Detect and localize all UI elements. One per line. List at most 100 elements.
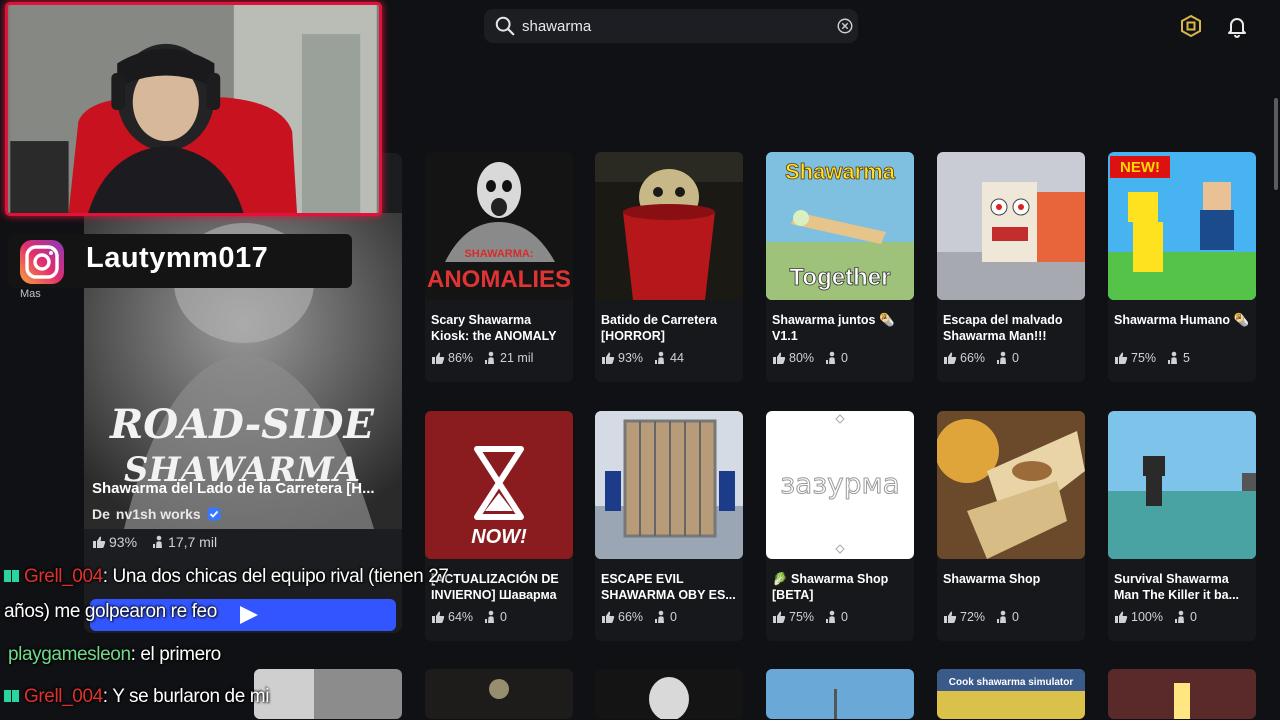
players-icon: [1168, 351, 1178, 364]
game-tile[interactable]: NEW! Shawarma Humano 🌯 75% 5: [1108, 152, 1256, 382]
game-title[interactable]: ESCAPE EVIL SHAWARMA OBY ES...: [601, 571, 739, 603]
thumbs-up-icon: [773, 611, 786, 623]
thumb-overlay-text: NOW!: [471, 526, 527, 548]
game-thumbnail[interactable]: [595, 152, 743, 300]
game-title[interactable]: Shawarma Shop: [943, 571, 1081, 587]
chat-badge-icon: [4, 570, 19, 582]
rating-value: 100%: [1131, 610, 1163, 624]
game-thumbnail[interactable]: Shawarma Together: [766, 152, 914, 300]
thumbs-up-icon: [602, 611, 615, 623]
search-bar[interactable]: [484, 9, 858, 43]
thumbs-up-icon: [944, 352, 957, 364]
game-stats: 86% 21 mil: [431, 351, 533, 365]
game-title[interactable]: [ACTUALIZACIÓN DE INVIERNO] Шаварма ...: [431, 571, 569, 603]
sidebar-more-label[interactable]: Mas: [20, 288, 41, 300]
game-thumbnail[interactable]: [1108, 411, 1256, 559]
game-tile[interactable]: SHAWARMA: ANOMALIES Scary Shawarma Kiosk…: [425, 152, 573, 382]
rating-value: 75%: [1131, 351, 1157, 365]
chat-badge-icon: [4, 690, 19, 702]
chat-username: Grell_004: [24, 566, 103, 587]
game-tile[interactable]: Escapa del malvado Shawarma Man!!! 66% 0: [937, 152, 1085, 382]
svg-text:SHAWARMA:: SHAWARMA:: [464, 248, 533, 260]
chat-text: años) me golpearon re feo: [4, 601, 217, 622]
players-icon: [826, 351, 836, 364]
thumb-overlay-text: Cook shawarma simulator: [949, 677, 1074, 688]
game-tile[interactable]: ESCAPE EVIL SHAWARMA OBY ES... 66% 0: [595, 411, 743, 641]
players-icon: [997, 351, 1007, 364]
game-stats: 75% 0: [772, 610, 848, 624]
featured-game-card[interactable]: ROAD-SIDE SHAWARMA Shawarma del Lado de …: [84, 153, 402, 633]
game-tile[interactable]: NOW! [ACTUALIZACIÓN DE INVIERNO] Шаварма…: [425, 411, 573, 641]
scrollbar-thumb[interactable]: [1274, 98, 1278, 190]
chat-message: Grell_004: Y se burlaron de mi: [4, 686, 269, 708]
game-tile[interactable]: зазурма 🥬 Shawarma Shop [BETA] 75% 0: [766, 411, 914, 641]
game-stats: 93% 44: [601, 351, 684, 365]
chat-message: años) me golpearon re feo: [4, 601, 217, 623]
game-title[interactable]: Scary Shawarma Kiosk: the ANOMALY: [431, 312, 569, 344]
robux-icon[interactable]: [1179, 14, 1203, 38]
game-stats: 80% 0: [772, 351, 848, 365]
thumbs-up-icon: [432, 611, 445, 623]
players-value: 0: [500, 610, 507, 624]
game-stats: 66% 0: [601, 610, 677, 624]
thumbs-up-icon: [1115, 611, 1128, 623]
game-title[interactable]: Escapa del malvado Shawarma Man!!!: [943, 312, 1081, 344]
rating-value: 75%: [789, 610, 815, 624]
creator-name[interactable]: nv1sh works: [116, 506, 201, 522]
chat-message: playgamesleon: el primero: [8, 644, 221, 666]
players-value: 5: [1183, 351, 1190, 365]
game-thumbnail[interactable]: [766, 669, 914, 719]
thumbs-up-icon: [1115, 352, 1128, 364]
game-thumbnail[interactable]: [1108, 669, 1256, 719]
game-thumbnail[interactable]: Cook shawarma simulator: [937, 669, 1085, 719]
thumb-overlay-text: зазурма: [780, 467, 900, 500]
players-icon: [826, 610, 836, 623]
featured-creator-line[interactable]: De nv1sh works: [92, 506, 221, 522]
rating-value: 80%: [789, 351, 815, 365]
game-thumbnail[interactable]: [595, 411, 743, 559]
players-value: 0: [1012, 610, 1019, 624]
game-thumbnail[interactable]: NEW!: [1108, 152, 1256, 300]
rating-value: 66%: [960, 351, 986, 365]
players-value: 0: [670, 610, 677, 624]
players-icon: [1174, 610, 1184, 623]
game-tile[interactable]: Batido de Carretera [HORROR] 93% 44: [595, 152, 743, 382]
players-value: 17,7 mil: [168, 534, 218, 550]
rating-value: 86%: [448, 351, 474, 365]
game-thumbnail[interactable]: NOW!: [425, 411, 573, 559]
clear-search-icon[interactable]: [836, 17, 854, 35]
game-thumbnail[interactable]: [595, 669, 743, 719]
players-icon: [485, 351, 495, 364]
game-title[interactable]: Survival Shawarma Man The Killer it ba..…: [1114, 571, 1252, 603]
players-value: 0: [841, 610, 848, 624]
game-stats: 72% 0: [943, 610, 1019, 624]
players-value: 44: [670, 351, 684, 365]
game-title[interactable]: Shawarma juntos 🌯 V1.1: [772, 312, 910, 344]
game-thumbnail[interactable]: [254, 669, 402, 719]
thumbs-up-icon: [944, 611, 957, 623]
game-tile[interactable]: Shawarma Together Shawarma juntos 🌯 V1.1…: [766, 152, 914, 382]
game-thumbnail[interactable]: [937, 411, 1085, 559]
chat-text: : Y se burlaron de mi: [102, 686, 270, 707]
thumbs-up-icon: [602, 352, 615, 364]
players-value: 0: [1189, 610, 1197, 624]
game-stats: 64% 0: [431, 610, 507, 624]
search-input[interactable]: [522, 9, 822, 43]
game-stats: 75% 5: [1114, 351, 1190, 365]
game-thumbnail[interactable]: SHAWARMA: ANOMALIES: [425, 152, 573, 300]
search-icon: [495, 16, 515, 36]
notifications-bell-icon[interactable]: [1225, 14, 1249, 38]
game-tile[interactable]: Shawarma Shop 72% 0: [937, 411, 1085, 641]
players-value: 0: [841, 351, 848, 365]
game-thumbnail[interactable]: зазурма: [766, 411, 914, 559]
chat-message: Grell_004: Una dos chicas del equipo riv…: [4, 566, 449, 588]
game-title[interactable]: Batido de Carretera [HORROR]: [601, 312, 739, 344]
game-tile[interactable]: Survival Shawarma Man The Killer it ba..…: [1108, 411, 1256, 641]
chat-text: : Una dos chicas del equipo rival (tiene…: [102, 566, 449, 587]
game-thumbnail[interactable]: [425, 669, 573, 719]
featured-game-title[interactable]: Shawarma del Lado de la Carretera [H...: [92, 480, 398, 497]
game-thumbnail[interactable]: [937, 152, 1085, 300]
game-title[interactable]: 🥬 Shawarma Shop [BETA]: [772, 571, 910, 603]
players-icon: [655, 351, 665, 364]
game-title[interactable]: Shawarma Humano 🌯: [1114, 312, 1252, 328]
